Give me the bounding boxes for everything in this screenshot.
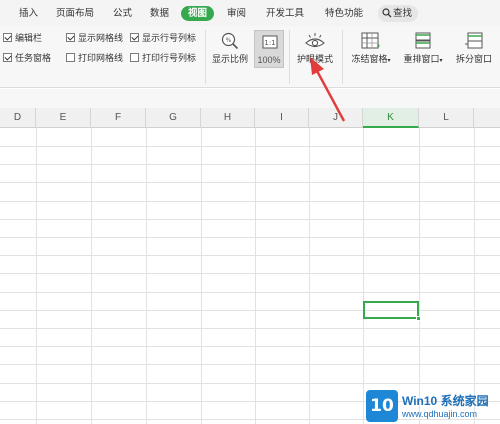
column-header-k[interactable]: K <box>363 108 419 128</box>
grid-row-line <box>0 346 500 347</box>
column-header-h[interactable]: H <box>201 108 255 128</box>
tab-special-features[interactable]: 特色功能 <box>325 6 363 21</box>
freeze-panes-icon: * <box>361 32 381 50</box>
tab-data[interactable]: 数据 <box>150 6 169 21</box>
active-cell[interactable] <box>363 301 419 319</box>
checkbox-checked-icon <box>130 33 139 42</box>
watermark-logo: 10 <box>366 390 398 422</box>
column-header-d[interactable]: D <box>0 108 36 128</box>
dropdown-arrow-icon: ▾ <box>387 58 391 64</box>
checkbox-label: 打印网格线 <box>78 53 124 63</box>
display-ratio-button[interactable]: % 显示比例 <box>209 30 251 86</box>
fill-handle[interactable] <box>416 316 421 321</box>
split-window-button[interactable]: 拆分窗口 <box>450 30 498 86</box>
dropdown-arrow-icon: ▾ <box>439 58 443 64</box>
grid-column-line <box>146 128 147 424</box>
checkbox-checked-icon <box>3 53 12 62</box>
column-header-e[interactable]: E <box>36 108 91 128</box>
checkbox-label: 显示网格线 <box>78 33 124 43</box>
split-window-label: 拆分窗口 <box>455 54 492 64</box>
zoom-magnifier-icon: % <box>221 32 239 50</box>
grid-row-line <box>0 182 500 183</box>
tab-review[interactable]: 审阅 <box>227 6 246 21</box>
search-button[interactable]: 查找 <box>378 5 418 22</box>
menu-tab-bar: 插入 页面布局 公式 数据 视图 审阅 开发工具 特色功能 查找 <box>0 0 500 26</box>
grid-column-line <box>91 128 92 424</box>
view-ribbon: 编辑栏 任务窗格 显示网格线 打印网格线 显示行号列标 打印行号列标 % 显示比… <box>0 26 500 88</box>
grid-row-line <box>0 146 500 147</box>
grid-row-line <box>0 255 500 256</box>
tab-insert[interactable]: 插入 <box>19 6 38 21</box>
grid-row-line <box>0 237 500 238</box>
checkbox-label: 打印行号列标 <box>142 53 197 63</box>
watermark-title: Win10 系统家园 <box>402 394 489 408</box>
grid-column-line <box>419 128 420 424</box>
tab-formulas[interactable]: 公式 <box>113 6 132 21</box>
watermark-url: www.qdhuajin.com <box>402 409 478 419</box>
grid-column-line <box>36 128 37 424</box>
checkbox-unchecked-icon <box>130 53 139 62</box>
split-window-icon <box>465 32 483 49</box>
freeze-panes-label: 冻结窗格▾ <box>346 52 396 65</box>
annotation-arrow <box>310 57 346 122</box>
checkbox-unchecked-icon <box>66 53 75 62</box>
tab-page-layout[interactable]: 页面布局 <box>56 6 94 21</box>
arrange-windows-label: 重排窗口▾ <box>399 52 447 65</box>
grid-row-line <box>0 292 500 293</box>
zoom-100-label: 100% <box>257 55 281 65</box>
grid-row-line <box>0 310 500 311</box>
checkbox-label: 显示行号列标 <box>142 33 197 43</box>
display-ratio-label: 显示比例 <box>211 54 248 64</box>
freeze-panes-button[interactable]: * 冻结窗格▾ <box>346 30 396 86</box>
column-headers: D E F G H I J K L <box>0 108 500 128</box>
column-header-f[interactable]: F <box>91 108 146 128</box>
svg-text:%: % <box>226 37 232 44</box>
checkbox-checked-icon <box>3 33 12 42</box>
tab-view[interactable]: 视图 <box>181 6 215 21</box>
arrange-windows-button[interactable]: 重排窗口▾ <box>399 30 447 86</box>
grid-column-line <box>201 128 202 424</box>
checkbox-label: 任务窗格 <box>15 53 52 63</box>
formula-bar-area <box>0 89 500 108</box>
search-icon <box>382 8 392 18</box>
svg-text:*: * <box>377 43 381 50</box>
grid-column-line <box>309 128 310 424</box>
eye-icon <box>305 33 325 48</box>
arrange-windows-text: 重排窗口 <box>403 54 440 64</box>
column-header-m[interactable] <box>474 108 500 128</box>
grid-row-line <box>0 328 500 329</box>
grid-row-line <box>0 364 500 365</box>
checkbox-label: 编辑栏 <box>15 33 43 43</box>
ribbon-divider <box>205 30 206 84</box>
spreadsheet-grid[interactable] <box>0 128 500 424</box>
site-watermark: 10 Win10 系统家园 www.qdhuajin.com <box>366 388 500 424</box>
grid-column-line <box>363 128 364 424</box>
tab-developer-tools[interactable]: 开发工具 <box>266 6 304 21</box>
grid-row-line <box>0 219 500 220</box>
ribbon-divider <box>289 30 290 84</box>
column-header-l[interactable]: L <box>419 108 474 128</box>
search-label: 查找 <box>393 8 413 19</box>
arrange-windows-icon <box>415 32 431 49</box>
zoom-100-button[interactable]: 1:1 100% <box>254 30 284 68</box>
grid-row-line <box>0 164 500 165</box>
freeze-panes-text: 冻结窗格 <box>351 54 388 64</box>
column-header-g[interactable]: G <box>146 108 201 128</box>
grid-row-line <box>0 273 500 274</box>
checkbox-checked-icon <box>66 33 75 42</box>
grid-row-line <box>0 201 500 202</box>
grid-column-line <box>255 128 256 424</box>
actual-size-icon: 1:1 <box>262 35 278 49</box>
grid-row-line <box>0 383 500 384</box>
svg-text:1:1: 1:1 <box>264 39 275 47</box>
grid-column-line <box>474 128 475 424</box>
